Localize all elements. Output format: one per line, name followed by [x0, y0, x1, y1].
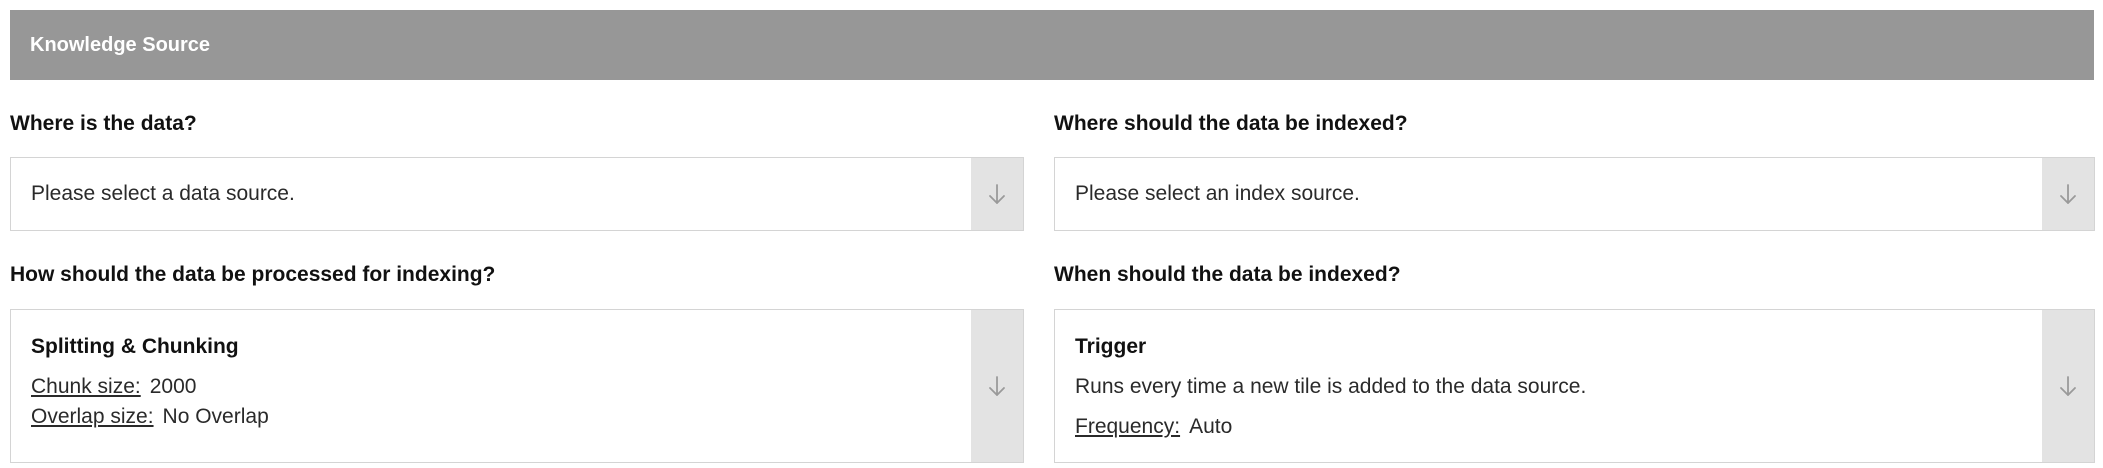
frequency-label: Frequency:	[1075, 415, 1181, 438]
frequency-value: Auto	[1189, 415, 1233, 438]
schedule-card-content: Trigger Runs every time a new tile is ad…	[1075, 332, 1586, 442]
index-source-placeholder: Please select an index source.	[1075, 182, 1360, 205]
page-title: Knowledge Source	[30, 33, 211, 56]
index-source-select[interactable]: Please select an index source.	[1054, 157, 2095, 231]
processing-dropdown-button[interactable]	[971, 310, 1023, 462]
schedule-question: When should the data be indexed?	[1054, 263, 1401, 286]
chunk-size-value: 2000	[149, 375, 197, 398]
arrow-down-icon	[989, 376, 1005, 396]
data-source-question: Where is the data?	[10, 112, 197, 135]
data-source-dropdown-button[interactable]	[971, 158, 1023, 230]
page-header: Knowledge Source	[10, 10, 2094, 80]
overlap-size-row: Overlap size: No Overlap	[31, 402, 269, 432]
processing-card-content: Splitting & Chunking Chunk size: 2000 Ove…	[31, 332, 269, 432]
arrow-down-icon	[989, 184, 1005, 204]
frequency-row: Frequency: Auto	[1075, 412, 1586, 442]
overlap-size-label: Overlap size:	[31, 405, 154, 428]
processing-title: Splitting & Chunking	[31, 335, 239, 358]
trigger-description: Runs every time a new tile is added to t…	[1075, 375, 1587, 398]
arrow-down-icon	[2060, 184, 2076, 204]
overlap-size-value: No Overlap	[162, 405, 269, 428]
processing-select[interactable]: Splitting & Chunking Chunk size: 2000 Ove…	[10, 309, 1024, 463]
index-source-dropdown-button[interactable]	[2042, 158, 2094, 230]
chunk-size-row: Chunk size: 2000	[31, 372, 269, 402]
chunk-size-label: Chunk size:	[31, 375, 141, 398]
trigger-title: Trigger	[1075, 335, 1147, 358]
processing-question: How should the data be processed for ind…	[10, 263, 496, 286]
data-source-select[interactable]: Please select a data source.	[10, 157, 1024, 231]
index-source-question: Where should the data be indexed?	[1054, 112, 1408, 135]
data-source-placeholder: Please select a data source.	[31, 182, 295, 205]
arrow-down-icon	[2060, 376, 2076, 396]
schedule-select[interactable]: Trigger Runs every time a new tile is ad…	[1054, 309, 2095, 463]
schedule-dropdown-button[interactable]	[2042, 310, 2094, 462]
